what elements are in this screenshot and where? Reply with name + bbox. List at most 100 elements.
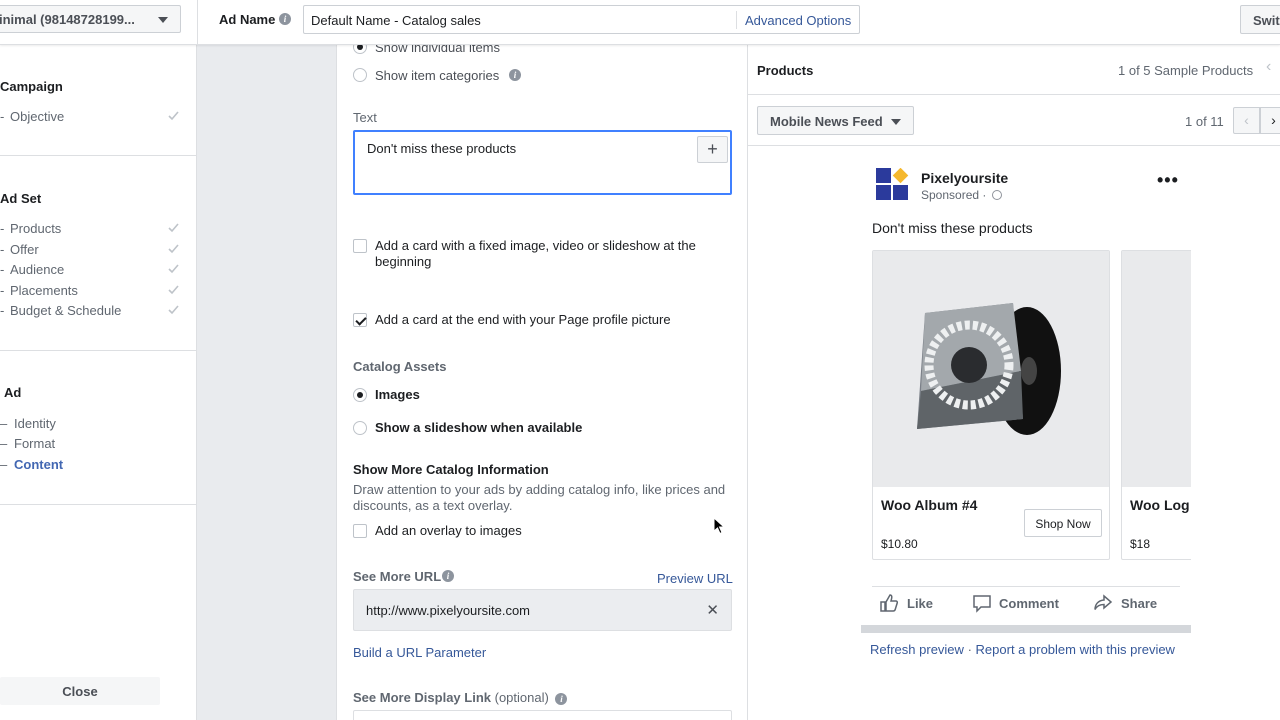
sponsored-label: Sponsored · [921, 188, 1002, 202]
info-icon[interactable]: i [509, 69, 521, 81]
dash: - [0, 242, 5, 257]
sidebar-item-identity[interactable]: – Identity [0, 416, 185, 434]
url-value[interactable]: http://www.pixelyoursite.com [366, 603, 530, 618]
see-more-display-link-label: See More Display Link (optional) i [353, 690, 568, 705]
product-image [1122, 251, 1191, 487]
radio-slideshow[interactable] [353, 421, 367, 435]
sidebar-item-content[interactable]: – Content [0, 457, 185, 475]
dash: – [0, 457, 8, 472]
account-label: inimal (98148728199... [0, 12, 135, 27]
page-logo [876, 168, 909, 200]
switch-button[interactable]: Swit [1240, 5, 1280, 34]
radio-show-individual-items[interactable] [353, 45, 367, 54]
dash: – [0, 416, 8, 431]
sidebar-section-campaign[interactable]: Campaign [0, 79, 63, 94]
slideshow-option-label: Show a slideshow when available [375, 420, 583, 435]
mouse-cursor-icon [713, 517, 725, 535]
product-image [873, 251, 1109, 487]
close-button[interactable]: Close [0, 677, 160, 705]
ad-content-form: Show individual items Show item categori… [336, 45, 748, 720]
sidebar-item-label: Offer [10, 242, 39, 257]
dash: – [0, 436, 8, 451]
horizontal-scrollbar[interactable] [861, 625, 1191, 633]
sidebar-item-offer[interactable]: - Offer [0, 242, 185, 260]
placement-dropdown[interactable]: Mobile News Feed [757, 106, 914, 135]
show-more-info-description: Draw attention to your ads by adding cat… [353, 482, 726, 513]
dash: - [0, 262, 5, 277]
product-card[interactable]: Woo Album #4 $10.80 Shop Now [872, 250, 1110, 560]
info-icon[interactable]: i [555, 692, 568, 705]
ad-name-value[interactable]: Default Name - Catalog sales [311, 13, 481, 28]
more-options-icon[interactable]: ••• [1157, 170, 1179, 191]
ad-name-label-text: Ad Name [219, 12, 276, 27]
report-problem-link[interactable]: Report a problem with this preview [976, 642, 1175, 657]
sidebar-item-products[interactable]: - Products [0, 221, 185, 239]
product-name: Woo Album #4 [881, 497, 978, 513]
info-icon[interactable]: i [442, 570, 454, 582]
see-more-display-link-input[interactable] [353, 710, 732, 720]
add-overlay-label: Add an overlay to images [375, 523, 522, 538]
dash: - [0, 283, 5, 298]
sidebar-item-audience[interactable]: - Audience [0, 262, 185, 280]
build-url-parameter-link[interactable]: Build a URL Parameter [353, 645, 486, 660]
sidebar-item-objective[interactable]: - Objective [0, 109, 185, 127]
checkbox-add-overlay[interactable] [353, 524, 367, 538]
chevron-down-icon [891, 119, 901, 125]
checkbox-add-card-fixed[interactable] [353, 239, 367, 253]
sidebar-item-label: Objective [10, 109, 65, 124]
sidebar-item-label: Identity [14, 416, 56, 431]
previous-preview-button[interactable]: ‹ [1233, 107, 1260, 134]
optional-label: (optional) [494, 690, 549, 705]
dash: - [0, 303, 5, 318]
dash: - [0, 109, 5, 124]
sidebar-item-label: Budget & Schedule [10, 303, 122, 318]
add-text-button[interactable]: + [697, 136, 728, 163]
sidebar-item-budget-schedule[interactable]: - Budget & Schedule [0, 303, 185, 321]
close-icon[interactable]: ✕ [706, 601, 719, 619]
primary-text-value[interactable]: Don't miss these products [367, 141, 516, 156]
preview-url-link[interactable]: Preview URL [657, 571, 733, 586]
primary-text-input[interactable]: Don't miss these products + [353, 130, 732, 195]
check-icon [168, 264, 179, 274]
sidebar-item-label: Format [14, 436, 56, 451]
radio-show-item-categories[interactable] [353, 68, 367, 82]
product-card[interactable]: Woo Log $18 [1121, 250, 1191, 560]
check-icon [168, 244, 179, 254]
info-icon[interactable]: i [279, 13, 291, 25]
sidebar-item-label: Content [14, 457, 64, 472]
comment-label: Comment [999, 596, 1059, 611]
chevron-left-icon[interactable]: ‹ [1266, 58, 1271, 76]
radio-images[interactable] [353, 388, 367, 402]
post-text: Don't miss these products [872, 220, 1033, 236]
account-dropdown[interactable]: inimal (98148728199... [0, 5, 181, 33]
share-icon [1094, 594, 1113, 610]
sidebar-section-ad[interactable]: Ad [4, 385, 21, 400]
sponsored-text: Sponsored · [921, 188, 987, 202]
show-more-info-title: Show More Catalog Information [353, 462, 549, 477]
advanced-options-link[interactable]: Advanced Options [745, 13, 851, 28]
see-more-url-label: See More URL [353, 569, 442, 584]
thumbs-up-icon [880, 594, 899, 612]
checkbox-add-card-end[interactable] [353, 313, 367, 327]
next-preview-button[interactable]: › [1260, 107, 1280, 134]
shop-now-button[interactable]: Shop Now [1024, 509, 1102, 537]
see-more-url-input[interactable]: http://www.pixelyoursite.com ✕ [353, 589, 732, 631]
chevron-right-icon: › [1271, 112, 1276, 128]
refresh-preview-link[interactable]: Refresh preview [870, 642, 964, 657]
ad-name-input[interactable]: Default Name - Catalog sales Advanced Op… [303, 5, 860, 34]
product-price: $10.80 [881, 537, 918, 551]
page-name[interactable]: Pixelyoursite [921, 170, 1008, 186]
top-bar: inimal (98148728199... Ad Name i Default… [0, 0, 1280, 45]
divider [197, 0, 198, 45]
check-icon [168, 305, 179, 315]
sidebar-item-placements[interactable]: - Placements [0, 283, 185, 301]
sidebar-item-format[interactable]: – Format [0, 436, 185, 454]
share-label: Share [1121, 596, 1158, 611]
ad-post-preview: Pixelyoursite Sponsored · ••• Don't miss… [861, 146, 1191, 666]
chevron-left-icon: ‹ [1244, 112, 1249, 128]
preview-footer-links: Refresh preview · Report a problem with … [870, 642, 1175, 657]
product-image-graphic [1122, 251, 1191, 487]
divider [872, 586, 1180, 587]
sidebar-section-adset[interactable]: Ad Set [0, 191, 41, 206]
ad-preview-panel: Products 1 of 5 Sample Products ‹ Mobile… [748, 45, 1280, 720]
